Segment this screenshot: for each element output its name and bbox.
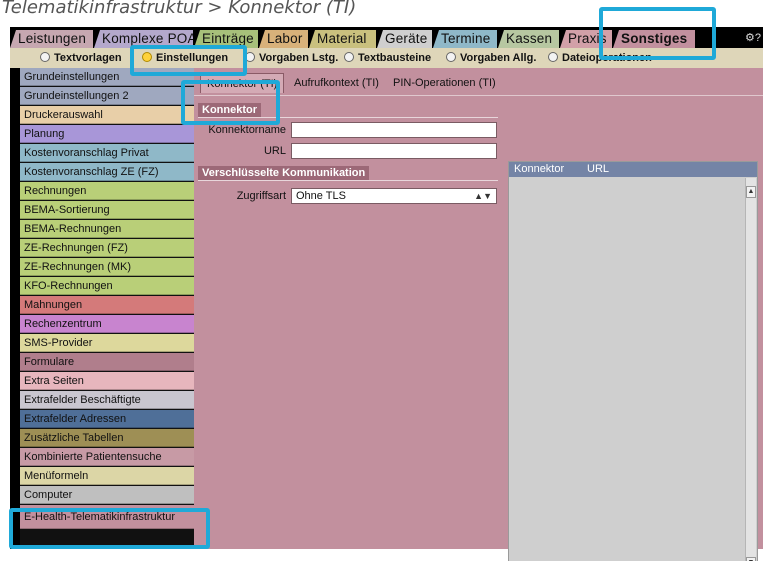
tab-geraete[interactable]: Geräte (377, 30, 432, 48)
radio-icon (40, 52, 50, 62)
main-tab-bar: Leistungen Komplexe POA Einträge Labor M… (10, 27, 763, 48)
tab-konnektor-ti[interactable]: Konnektor (TI) (200, 73, 285, 93)
tab-leistungen[interactable]: Leistungen (10, 30, 93, 48)
breadcrumb: Telematikinfrastruktur > Konnektor (TI) (2, 0, 357, 18)
sidebar-item-mahnungen[interactable]: Mahnungen (20, 296, 194, 314)
list-header: Konnektor URL (509, 162, 757, 177)
tab-termine[interactable]: Termine (433, 30, 497, 48)
tab-labor[interactable]: Labor (259, 30, 308, 48)
column-konnektor[interactable]: Konnektor (514, 162, 564, 177)
sidebar-item-computer[interactable]: Computer (20, 486, 194, 504)
sidebar-item-grundeinstellungen-2[interactable]: Grundeinstellungen 2 (20, 87, 194, 105)
tab-komplexe-poa[interactable]: Komplexe POA (94, 30, 193, 48)
konnektorname-input[interactable] (291, 122, 497, 138)
subnav-item-vorgaben-lstg[interactable]: Vorgaben Lstg. (245, 50, 338, 66)
tab-divider (194, 95, 763, 96)
radio-icon (446, 52, 456, 62)
sidebar-item-planung[interactable]: Planung (20, 125, 194, 143)
scroll-down-icon[interactable]: ▼ (746, 557, 756, 561)
sidebar-item-rechenzentrum[interactable]: Rechenzentrum (20, 315, 194, 333)
tab-kassen[interactable]: Kassen (498, 30, 559, 48)
section-divider (198, 180, 498, 181)
sidebar-item-kfo-rechnungen[interactable]: KFO-Rechnungen (20, 277, 194, 295)
sidebar-item-e-health-telematikinfrastruktur[interactable]: E-Health-Telematikinfrastruktur (20, 505, 194, 529)
zugriffsart-value: Ohne TLS (296, 190, 346, 202)
radio-icon (344, 52, 354, 62)
settings-sidebar: Grundeinstellungen Grundeinstellungen 2 … (20, 68, 194, 549)
subnav-item-einstellungen[interactable]: Einstellungen (142, 50, 228, 66)
konnektorname-label: Konnektorname (208, 124, 286, 136)
url-input[interactable] (291, 143, 497, 159)
help-icon[interactable]: ⚙? (745, 31, 761, 45)
sidebar-item-rechnungen[interactable]: Rechnungen (20, 182, 194, 200)
subnav-item-textvorlagen[interactable]: Textvorlagen (40, 50, 122, 66)
sidebar-item-kostenvoranschlag-privat[interactable]: Kostenvoranschlag Privat (20, 144, 194, 162)
list-scrollbar[interactable]: ▲ ▼ (745, 178, 756, 561)
sidebar-item-grundeinstellungen[interactable]: Grundeinstellungen (20, 68, 194, 86)
tab-sonstiges[interactable]: Sonstiges (613, 30, 695, 48)
sidebar-item-kombinierte-patientensuche[interactable]: Kombinierte Patientensuche (20, 448, 194, 466)
radio-selected-icon (142, 52, 152, 62)
tab-material[interactable]: Material (309, 30, 376, 48)
tab-pin-operationen-ti[interactable]: PIN-Operationen (TI) (387, 73, 502, 93)
sidebar-item-sms-provider[interactable]: SMS-Provider (20, 334, 194, 352)
sidebar-item-extrafelder-beschaeftigte[interactable]: Extrafelder Beschäftigte (20, 391, 194, 409)
subnav-bar: Textvorlagen Einstellungen Vorgaben Lstg… (10, 48, 763, 68)
tab-aufrufkontext-ti[interactable]: Aufrufkontext (TI) (288, 73, 385, 93)
section-verschluesselte-kommunikation-title: Verschlüsselte Kommunikation (198, 166, 370, 180)
tab-eintraege[interactable]: Einträge (194, 30, 258, 48)
section-divider (198, 117, 498, 118)
konnektor-list[interactable]: Konnektor URL ▲ ▼ (508, 161, 758, 561)
zugriffsart-select[interactable]: Ohne TLS ▲▼ (291, 188, 497, 204)
subnav-item-vorgaben-allg[interactable]: Vorgaben Allg. (446, 50, 536, 66)
sidebar-item-zusaetzliche-tabellen[interactable]: Zusätzliche Tabellen (20, 429, 194, 447)
sidebar-item-menueformeln[interactable]: Menüformeln (20, 467, 194, 485)
sidebar-item-extrafelder-adressen[interactable]: Extrafelder Adressen (20, 410, 194, 428)
sub-tab-bar: Konnektor (TI) Aufrufkontext (TI) PIN-Op… (194, 68, 763, 96)
app-window: Leistungen Komplexe POA Einträge Labor M… (10, 27, 763, 561)
sidebar-item-ze-rechnungen-mk[interactable]: ZE-Rechnungen (MK) (20, 258, 194, 276)
subnav-item-dateioperationen[interactable]: Dateioperationen (548, 50, 652, 66)
radio-icon (245, 52, 255, 62)
tab-praxis[interactable]: Praxis (560, 30, 612, 48)
url-label: URL (263, 145, 286, 157)
sidebar-item-bema-rechnungen[interactable]: BEMA-Rechnungen (20, 220, 194, 238)
sidebar-item-formulare[interactable]: Formulare (20, 353, 194, 371)
subnav-item-textbausteine[interactable]: Textbausteine (344, 50, 431, 66)
column-url[interactable]: URL (587, 162, 609, 177)
zugriffsart-label: Zugriffsart (236, 190, 286, 202)
section-konnektor-title: Konnektor (198, 103, 261, 117)
sidebar-item-druckerauswahl[interactable]: Druckerauswahl (20, 106, 194, 124)
content-panel: Konnektor (TI) Aufrufkontext (TI) PIN-Op… (194, 68, 763, 561)
sidebar-item-extra-seiten[interactable]: Extra Seiten (20, 372, 194, 390)
sidebar-item-bema-sortierung[interactable]: BEMA-Sortierung (20, 201, 194, 219)
sidebar-item-ze-rechnungen-fz[interactable]: ZE-Rechnungen (FZ) (20, 239, 194, 257)
radio-icon (548, 52, 558, 62)
select-arrows-icon: ▲▼ (474, 191, 492, 201)
sidebar-item-kostenvoranschlag-ze[interactable]: Kostenvoranschlag ZE (FZ) (20, 163, 194, 181)
scroll-up-icon[interactable]: ▲ (746, 186, 756, 198)
